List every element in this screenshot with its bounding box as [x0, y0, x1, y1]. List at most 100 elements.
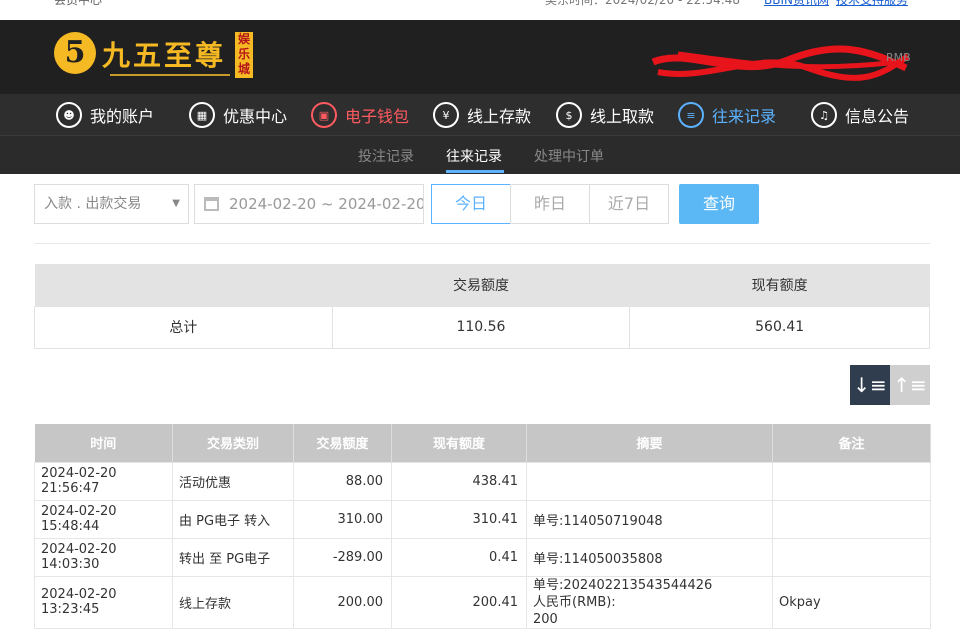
tab-pending-orders[interactable]: 处理中订单: [534, 146, 604, 166]
logo-name: 九五至尊: [102, 39, 227, 72]
nav-label: 线上存款: [467, 107, 532, 126]
server-time: 美东时间：2024/02/20 - 22:54:48: [545, 0, 741, 7]
cell-note: [772, 499, 931, 539]
nav-label: 优惠中心: [223, 107, 288, 126]
records-table: 时间 交易类别 交易额度 现有额度 摘要 备注 2024-02-20 21:56…: [34, 424, 931, 629]
col-time[interactable]: 时间: [34, 424, 173, 462]
nav-label: 线上取款: [590, 107, 655, 126]
date-range-input[interactable]: 2024-02-20 ~ 2024-02-20: [194, 184, 424, 224]
site-logo[interactable]: 5 九五至尊 娱乐城: [54, 30, 254, 84]
summary-trade-amount: 110.56: [331, 305, 631, 349]
nav-my-account[interactable]: ☻ 我的账户: [56, 100, 154, 130]
col-type[interactable]: 交易类别: [172, 424, 294, 462]
cell-amount: 310.00: [293, 499, 392, 539]
table-row: 2024-02-20 14:03:30 转出 至 PG电子 -289.00 0.…: [34, 537, 931, 577]
cell-amount: -289.00: [293, 537, 392, 577]
cell-memo: 单号:114050035808: [526, 537, 773, 577]
query-button[interactable]: 查询: [679, 184, 759, 224]
summary-balance: 560.41: [629, 305, 930, 349]
range-7days-button[interactable]: 近7日: [589, 184, 669, 224]
summary-table: 交易额度 现有额度 总计 110.56 560.41: [34, 264, 930, 349]
nav-label: 我的账户: [90, 107, 155, 126]
cell-time: 2024-02-20 14:03:30: [34, 537, 173, 577]
cell-balance: 0.41: [391, 537, 527, 577]
cell-time: 2024-02-20 13:23:45: [34, 575, 173, 629]
cell-note: Okpay: [772, 575, 931, 629]
nav-promotions[interactable]: ▦ 优惠中心: [189, 100, 287, 130]
site-header: 5 九五至尊 娱乐城 RMB: [0, 20, 960, 94]
cell-note: [772, 461, 931, 501]
nav-announcements[interactable]: ♫ 信息公告: [811, 100, 909, 130]
records-header-row: 时间 交易类别 交易额度 现有额度 摘要 备注: [34, 424, 931, 462]
sort-desc-icon[interactable]: ↓≡: [850, 365, 890, 405]
cell-memo: 单号:202402213543544426 人民币(RMB): 200: [526, 575, 773, 629]
cell-type: 活动优惠: [172, 461, 294, 501]
nav-online-deposit[interactable]: ¥ 线上存款: [433, 100, 531, 130]
nav-online-withdraw[interactable]: $ 线上取款: [556, 100, 654, 130]
cell-amount: 88.00: [293, 461, 392, 501]
sort-asc-icon[interactable]: ↑≡: [890, 365, 930, 405]
tab-bet-records[interactable]: 投注记录: [358, 146, 414, 166]
wallet-icon: ▣: [311, 102, 337, 128]
calendar-icon: [204, 197, 219, 211]
currency-label: RMB: [886, 51, 911, 64]
summary-header-blank: [34, 264, 333, 306]
redaction-scribble: [651, 45, 910, 81]
cell-memo: [526, 461, 773, 501]
transaction-type-value: 入款 . 出款交易: [44, 196, 142, 212]
logo-five-icon: 5: [54, 32, 96, 74]
cell-balance: 310.41: [391, 499, 527, 539]
records-icon: ≡: [678, 102, 704, 128]
summary-row-label: 总计: [34, 305, 333, 349]
bbin-info-link[interactable]: BBIN资讯网: [764, 0, 829, 8]
nav-label: 电子钱包: [345, 107, 410, 126]
memo-amount: 200: [533, 611, 558, 627]
memo-currency: 人民币(RMB):: [533, 594, 616, 610]
gift-icon: ▦: [189, 102, 215, 128]
main-nav: ☻ 我的账户 ▦ 优惠中心 ▣ 电子钱包 ¥ 线上存款 $ 线上取款 ≡ 往来记…: [0, 94, 960, 135]
logo-badge: 娱乐城: [235, 32, 253, 78]
transaction-type-select[interactable]: 入款 . 出款交易 ▼: [34, 184, 189, 224]
cell-type: 转出 至 PG电子: [172, 537, 294, 577]
range-yesterday-button[interactable]: 昨日: [510, 184, 590, 224]
nav-e-wallet[interactable]: ▣ 电子钱包: [311, 100, 409, 130]
table-row: 2024-02-20 21:56:47 活动优惠 88.00 438.41: [34, 461, 931, 501]
cell-type: 由 PG电子 转入: [172, 499, 294, 539]
sub-nav: 投注记录 往来记录 处理中订单: [0, 135, 960, 174]
cell-balance: 438.41: [391, 461, 527, 501]
col-note[interactable]: 备注: [772, 424, 931, 462]
table-row: 2024-02-20 13:23:45 线上存款 200.00 200.41 单…: [34, 575, 931, 629]
summary-header-amount: 交易额度: [332, 264, 630, 306]
user-icon: ☻: [56, 102, 82, 128]
chevron-down-icon: ▼: [172, 198, 180, 209]
cell-memo: 单号:114050719048: [526, 499, 773, 539]
cell-amount: 200.00: [293, 575, 392, 629]
deposit-icon: ¥: [433, 102, 459, 128]
logo-underline: [110, 74, 230, 76]
member-center-label: 会员中心: [54, 0, 103, 7]
tab-transaction-records[interactable]: 往来记录: [446, 146, 502, 166]
cell-time: 2024-02-20 15:48:44: [34, 499, 173, 539]
nav-transaction-records[interactable]: ≡ 往来记录: [678, 100, 776, 130]
bell-icon: ♫: [811, 102, 837, 128]
date-range-value: 2024-02-20 ~ 2024-02-20: [229, 195, 424, 213]
nav-label: 信息公告: [845, 107, 910, 126]
summary-header-balance: 现有额度: [629, 264, 930, 306]
withdraw-icon: $: [556, 102, 582, 128]
table-row: 2024-02-20 15:48:44 由 PG电子 转入 310.00 310…: [34, 499, 931, 539]
nav-label: 往来记录: [712, 107, 777, 126]
cell-note: [772, 537, 931, 577]
sort-toggle: ↓≡ ↑≡: [850, 365, 930, 405]
cell-balance: 200.41: [391, 575, 527, 629]
tech-support-link[interactable]: 技术支持服务: [836, 0, 908, 8]
active-tab-indicator: [446, 170, 504, 173]
memo-order-number: 单号:202402213543544426: [533, 577, 713, 593]
col-amount[interactable]: 交易额度: [293, 424, 392, 462]
col-memo[interactable]: 摘要: [526, 424, 773, 462]
cell-time: 2024-02-20 21:56:47: [34, 461, 173, 501]
range-today-button[interactable]: 今日: [431, 184, 511, 224]
cell-type: 线上存款: [172, 575, 294, 629]
col-balance[interactable]: 现有额度: [391, 424, 527, 462]
divider: [34, 243, 930, 244]
top-strip: 会员中心 美东时间：2024/02/20 - 22:54:48 BBIN资讯网 …: [0, 0, 960, 20]
